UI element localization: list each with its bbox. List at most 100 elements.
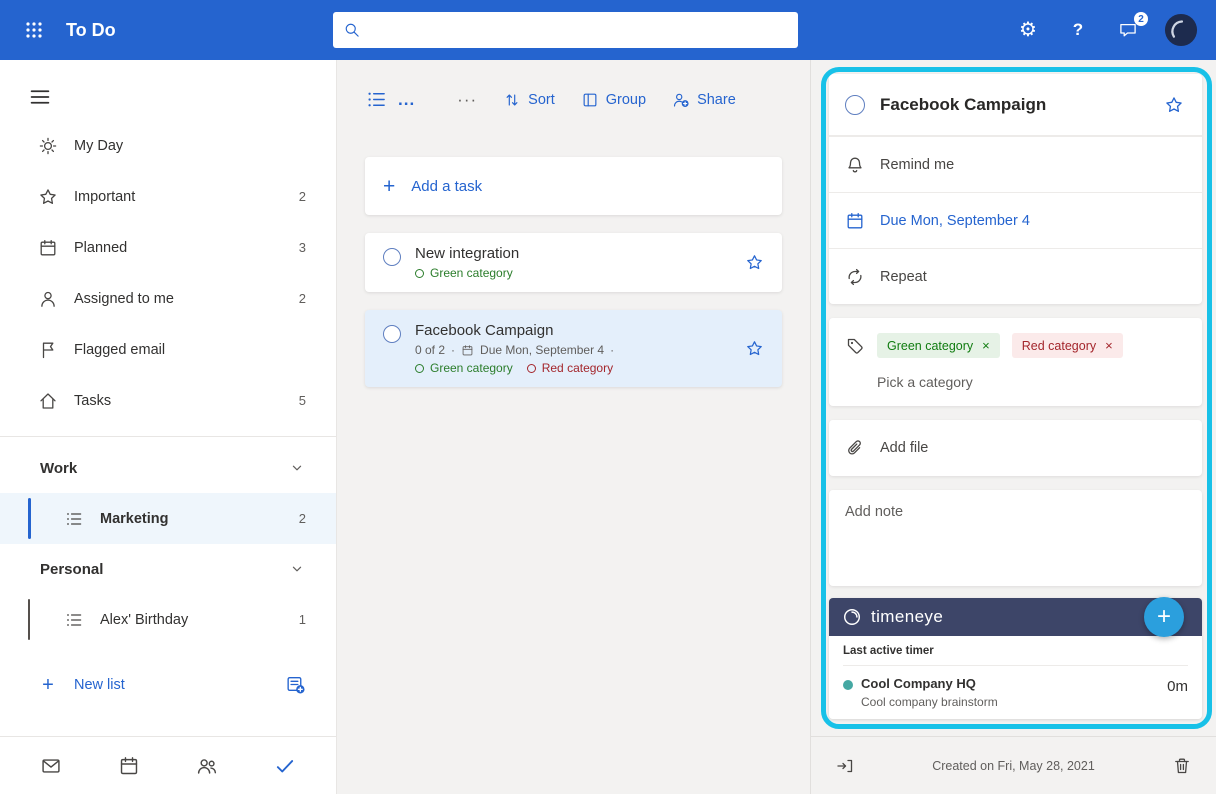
sidebar-item-label: My Day <box>74 138 298 154</box>
category-pill-red[interactable]: Red category × <box>1012 333 1123 358</box>
timer-row[interactable]: Cool Company HQ Cool company brainstorm … <box>843 666 1188 709</box>
repeat-row[interactable]: Repeat <box>829 248 1202 304</box>
sidebar-item-label: Planned <box>74 240 291 256</box>
circle-checkbox[interactable] <box>383 248 401 266</box>
delete-task-button[interactable] <box>1166 750 1198 782</box>
add-task-button[interactable]: + Add a task <box>365 157 782 215</box>
close-icon[interactable]: × <box>982 338 990 353</box>
more-options-button[interactable]: ··· <box>457 90 477 110</box>
timer-subtitle: Cool company brainstorm <box>861 695 1159 709</box>
task-categories: Green category Red category <box>415 361 733 375</box>
timeneye-brand: timeneye <box>871 607 943 627</box>
add-note-area[interactable]: Add note <box>829 490 1202 586</box>
top-bar-actions: ⚙ ? 2 <box>1008 10 1202 50</box>
add-timer-button[interactable]: + <box>1144 597 1184 637</box>
sidebar-item-tasks[interactable]: Tasks 5 <box>0 375 336 426</box>
timeneye-body: Last active timer Cool Company HQ Cool c… <box>829 636 1202 719</box>
settings-button[interactable]: ⚙ <box>1008 10 1048 50</box>
new-list-label: New list <box>74 677 285 693</box>
sidebar-item-my-day[interactable]: My Day <box>0 120 336 171</box>
calendar-icon <box>845 211 865 231</box>
add-file-row[interactable]: Add file <box>829 420 1202 476</box>
category-label: Red category <box>542 361 613 375</box>
task-row-facebook-campaign[interactable]: Facebook Campaign 0 of 2 · Due Mon, Sept… <box>365 310 782 387</box>
sidebar-item-count: 3 <box>299 240 306 255</box>
sidebar-item-alex-birthday[interactable]: Alex' Birthday 1 <box>0 594 336 645</box>
red-category-dot <box>527 364 536 373</box>
people-button[interactable] <box>187 746 227 786</box>
paperclip-icon <box>845 438 865 458</box>
circle-checkbox[interactable] <box>383 325 401 343</box>
bell-icon <box>845 155 865 175</box>
due-date-row[interactable]: Due Mon, September 4 <box>829 192 1202 248</box>
sidebar-item-planned[interactable]: Planned 3 <box>0 222 336 273</box>
star-icon <box>745 339 764 358</box>
important-star-button[interactable] <box>743 251 766 274</box>
list-title: ... <box>398 90 415 110</box>
group-personal[interactable]: Personal <box>0 544 336 594</box>
mail-icon <box>40 755 62 777</box>
calendar-icon <box>461 344 474 357</box>
category-pill-green[interactable]: Green category × <box>877 333 1000 358</box>
important-star-button[interactable] <box>1162 93 1186 117</box>
list-icon <box>64 509 84 529</box>
new-group-icon[interactable] <box>285 674 306 695</box>
task-due-date: Due Mon, September 4 <box>480 343 604 357</box>
close-icon[interactable]: × <box>1105 338 1113 353</box>
calendar-button[interactable] <box>109 746 149 786</box>
sort-label: Sort <box>528 92 555 108</box>
search-bar[interactable] <box>333 12 798 48</box>
group-button[interactable]: Group <box>581 91 646 109</box>
help-button[interactable]: ? <box>1058 10 1098 50</box>
selection-bar <box>28 498 31 539</box>
green-category-dot <box>415 364 424 373</box>
circle-checkbox[interactable] <box>845 95 865 115</box>
sidebar-item-flagged-email[interactable]: Flagged email <box>0 324 336 375</box>
hamburger-icon <box>28 85 52 109</box>
sort-button[interactable]: Sort <box>503 91 555 109</box>
task-detail-panel: Facebook Campaign Remind me Due Mon, Se <box>810 60 1216 794</box>
sidebar-item-label: Tasks <box>74 393 291 409</box>
important-star-button[interactable] <box>743 337 766 360</box>
user-avatar[interactable] <box>1164 13 1198 47</box>
group-work[interactable]: Work <box>0 443 336 493</box>
category-label: Green category <box>430 361 513 375</box>
chevron-down-icon <box>288 560 306 578</box>
timer-value: 0m <box>1167 678 1188 695</box>
people-icon <box>196 755 218 777</box>
spacer <box>829 304 1202 318</box>
help-icon: ? <box>1073 20 1083 40</box>
list-icon <box>365 88 388 111</box>
task-row-new-integration[interactable]: New integration Green category <box>365 233 782 292</box>
todo-check-icon <box>274 755 296 777</box>
category-card: Green category × Red category × Pick a c… <box>829 318 1202 406</box>
share-icon <box>672 91 690 109</box>
open-pane-icon <box>835 756 855 776</box>
new-list-button[interactable]: + New list <box>0 659 336 710</box>
indent-bar <box>28 599 30 640</box>
hide-detail-button[interactable] <box>829 750 861 782</box>
feedback-button[interactable]: 2 <box>1108 10 1148 50</box>
detail-footer: Created on Fri, May 28, 2021 <box>811 736 1216 794</box>
sidebar-item-assigned[interactable]: Assigned to me 2 <box>0 273 336 324</box>
sidebar-item-important[interactable]: Important 2 <box>0 171 336 222</box>
menu-button[interactable] <box>28 84 54 110</box>
sidebar-item-label: Important <box>74 189 291 205</box>
notification-badge: 2 <box>1134 12 1148 26</box>
mail-button[interactable] <box>31 746 71 786</box>
share-button[interactable]: Share <box>672 91 736 109</box>
sidebar-item-count: 2 <box>299 511 306 526</box>
timeneye-widget: timeneye + Last active timer Cool Compan… <box>829 598 1202 719</box>
task-list-pane: ... ··· Sort Group Share + Add a task <box>337 60 810 794</box>
last-active-timer-label: Last active timer <box>843 645 1188 666</box>
pick-category-button[interactable]: Pick a category <box>845 374 1186 390</box>
chevron-down-icon <box>288 459 306 477</box>
plus-icon: + <box>383 176 395 197</box>
todo-button[interactable] <box>265 746 305 786</box>
sidebar-item-label: Flagged email <box>74 342 298 358</box>
category-pill-label: Green category <box>887 339 973 353</box>
remind-me-row[interactable]: Remind me <box>829 136 1202 192</box>
app-launcher-button[interactable] <box>14 10 54 50</box>
search-input[interactable] <box>369 22 788 38</box>
sidebar-item-marketing[interactable]: Marketing 2 <box>0 493 336 544</box>
